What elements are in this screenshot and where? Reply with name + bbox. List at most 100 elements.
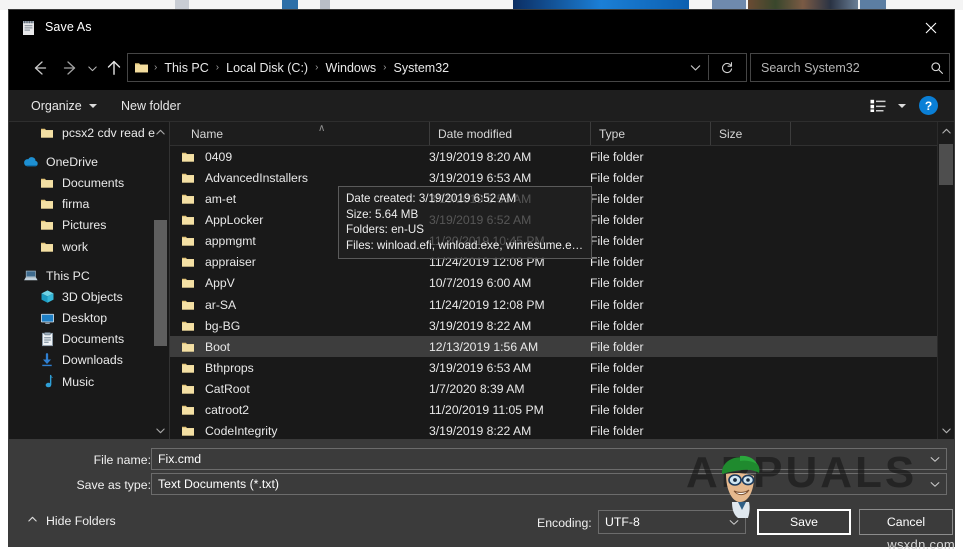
arrow-left-icon[interactable]	[27, 55, 53, 81]
sidebar-item-this-pc[interactable]: This PC	[9, 265, 169, 286]
search-input[interactable]	[759, 59, 924, 76]
sidebar-item-firma[interactable]: firma	[9, 194, 169, 215]
help-button[interactable]: ?	[919, 96, 938, 115]
navigation-pane[interactable]: pcsx2 cdv read e OneDrive Documents firma Pi…	[9, 122, 169, 440]
cancel-button[interactable]: Cancel	[859, 509, 953, 535]
sidebar-item-3d-objects[interactable]: 3D Objects	[9, 286, 169, 307]
date-modified-cell: 3/19/2019 6:53 AM	[429, 170, 532, 185]
file-scrollbar-thumb[interactable]	[939, 144, 953, 185]
table-row[interactable]: AppV 10/7/2019 6:00 AM File folder	[170, 273, 954, 294]
folder-icon	[181, 425, 195, 437]
file-name-chevron-down-icon[interactable]	[924, 453, 946, 465]
notepad-icon	[21, 20, 37, 36]
downloads-icon	[39, 352, 55, 368]
folder-icon	[181, 193, 195, 205]
table-row[interactable]: Bthprops 3/19/2019 6:53 AM File folder	[170, 357, 954, 378]
breadcrumb-item-local-disk[interactable]: Local Disk (C:)	[224, 61, 310, 75]
window-title: Save As	[45, 20, 92, 34]
table-row[interactable]: catroot2 11/20/2019 11:05 PM File folder	[170, 400, 954, 421]
sidebar-item-pictures[interactable]: Pictures	[9, 215, 169, 236]
address-chevron-down-icon[interactable]	[682, 54, 708, 81]
date-modified-cell: 3/19/2019 8:20 AM	[429, 149, 532, 164]
search-icon[interactable]	[924, 61, 949, 75]
folder-icon	[181, 277, 195, 289]
search-box[interactable]	[750, 53, 950, 82]
sidebar-item-label: pcsx2 cdv read e	[62, 125, 155, 140]
file-name-label: File name:	[93, 453, 151, 467]
table-row[interactable]: appraiser 11/24/2019 12:08 PM File folder	[170, 252, 954, 273]
sidebar-item-desktop[interactable]: Desktop	[9, 308, 169, 329]
column-header-size[interactable]: Size	[710, 122, 790, 145]
background-chip	[513, 0, 689, 9]
date-modified-cell: 11/24/2019 12:08 PM	[429, 255, 545, 270]
file-name-input[interactable]: Fix.cmd	[151, 448, 947, 470]
breadcrumb-item-this-pc[interactable]: This PC	[162, 61, 210, 75]
column-header-type[interactable]: Type	[590, 122, 710, 145]
sidebar-item-pcsx2-cdv-read-e[interactable]: pcsx2 cdv read e	[9, 122, 169, 143]
organize-button[interactable]: Organize	[31, 90, 97, 121]
close-icon[interactable]	[908, 10, 954, 46]
nav-scroll-up-chevron-up-icon[interactable]	[153, 124, 167, 140]
table-row[interactable]: CodeIntegrity 3/19/2019 8:22 AM File folde…	[170, 421, 954, 440]
folder-icon	[39, 196, 55, 212]
hide-folders-button[interactable]: Hide Folders	[27, 514, 116, 528]
file-name-cell: ar-SA	[170, 298, 420, 312]
list-view-icon[interactable]	[870, 90, 888, 121]
table-row[interactable]: Boot 12/13/2019 1:56 AM File folder	[170, 336, 954, 358]
date-modified-cell: 3/19/2019 6:53 AM	[429, 360, 532, 375]
address-bar[interactable]: › This PC › Local Disk (C:) › Windows › …	[127, 53, 747, 82]
encoding-chevron-down-icon[interactable]	[723, 516, 745, 528]
table-row[interactable]: 0409 3/19/2019 8:20 AM File folder	[170, 146, 954, 167]
file-name-cell: bg-BG	[170, 319, 420, 333]
nav-pane-scrollbar-thumb[interactable]	[154, 220, 167, 346]
table-row[interactable]: AdvancedInstallers 3/19/2019 6:53 AM File …	[170, 167, 954, 188]
file-scroll-up-chevron-up-icon[interactable]	[938, 123, 954, 140]
arrow-right-icon[interactable]	[57, 55, 83, 81]
column-header-date-modified[interactable]: Date modified	[429, 122, 590, 145]
breadcrumb-item-system32[interactable]: System32	[392, 61, 452, 75]
background-chip	[175, 0, 189, 9]
refresh-icon[interactable]	[708, 55, 745, 80]
folder-icon	[181, 172, 195, 184]
table-row[interactable]: CatRoot 1/7/2020 8:39 AM File folder	[170, 379, 954, 400]
nav-scroll-down-chevron-down-icon[interactable]	[153, 422, 167, 438]
music-icon	[39, 374, 55, 390]
sidebar-item-music[interactable]: Music	[9, 371, 169, 392]
date-modified-cell: 3/19/2019 6:53 AM	[429, 191, 532, 206]
sort-ascending-icon: ∧	[318, 123, 326, 134]
desktop-icon	[39, 310, 55, 326]
file-list-scrollbar[interactable]	[937, 122, 954, 440]
table-row[interactable]: bg-BG 3/19/2019 8:22 AM File folder	[170, 315, 954, 336]
breadcrumb-separator: ›	[315, 62, 319, 73]
sidebar-item-label: work	[62, 239, 88, 254]
sidebar-item-documents[interactable]: Documents	[9, 329, 169, 350]
table-row[interactable]: am-et 3/19/2019 6:53 AM File folder	[170, 188, 954, 209]
column-header-name[interactable]: Name	[170, 122, 429, 145]
sidebar-item-label: firma	[62, 197, 90, 212]
table-row[interactable]: appmgmt 11/20/2019 10:45 PM File folder	[170, 231, 954, 252]
save-as-type-select[interactable]: Text Documents (*.txt)	[151, 473, 947, 495]
view-options-chevron-down-icon[interactable]	[898, 90, 906, 121]
date-modified-cell: 3/19/2019 8:22 AM	[429, 318, 532, 333]
navigation-bar: › This PC › Local Disk (C:) › Windows › …	[9, 46, 954, 90]
breadcrumb-separator: ›	[383, 62, 387, 73]
sidebar-item-documents[interactable]: Documents	[9, 172, 169, 193]
sidebar-item-work[interactable]: work	[9, 236, 169, 257]
sidebar-item-onedrive[interactable]: OneDrive	[9, 151, 169, 172]
table-row[interactable]: ar-SA 11/24/2019 12:08 PM File folder	[170, 294, 954, 315]
file-scroll-down-chevron-down-icon[interactable]	[938, 422, 954, 439]
encoding-select[interactable]: UTF-8	[598, 510, 746, 534]
new-folder-button[interactable]: New folder	[121, 90, 181, 121]
background-chip	[282, 0, 298, 9]
sidebar-item-label: 3D Objects	[62, 289, 123, 304]
file-name-cell: catroot2	[170, 403, 420, 417]
recent-locations-chevron-down-icon[interactable]	[83, 55, 101, 81]
column-header-spacer	[790, 122, 936, 145]
save-button[interactable]: Save	[757, 509, 851, 535]
table-row[interactable]: AppLocker 3/19/2019 6:52 AM File folder	[170, 209, 954, 230]
sidebar-item-downloads[interactable]: Downloads	[9, 350, 169, 371]
breadcrumb-item-windows[interactable]: Windows	[323, 61, 378, 75]
save-as-type-chevron-down-icon[interactable]	[924, 478, 946, 490]
folder-icon	[181, 341, 195, 353]
arrow-up-icon[interactable]	[101, 55, 127, 81]
